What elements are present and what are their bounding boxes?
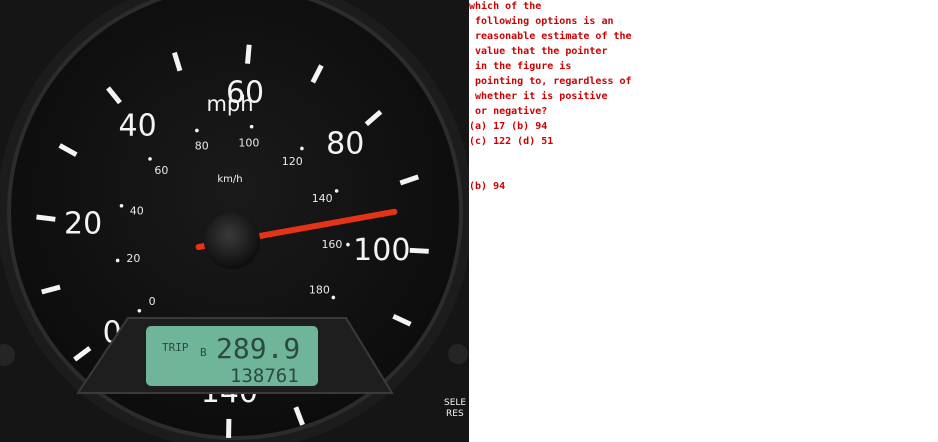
trip-label: TRIP (162, 341, 189, 354)
corner-label-sel: SELE (444, 398, 466, 408)
question-line-1: which of the (469, 1, 542, 12)
kmh-tick (334, 189, 339, 193)
kmh-tick (119, 203, 124, 208)
right-knob (448, 344, 468, 364)
question-line-3: reasonable estimate of the (469, 31, 632, 42)
kmh-tick (331, 295, 336, 300)
question-line-4: value that the pointer (469, 46, 608, 57)
mph-tick (245, 44, 252, 64)
kmh-label: 120 (282, 155, 303, 168)
kmh-label: 0 (149, 295, 156, 308)
option-line-2: (c) 122 (d) 51 (469, 136, 554, 147)
kmh-label: 80 (195, 140, 209, 153)
kmh-tick (148, 157, 152, 161)
kmh-tick (346, 242, 350, 247)
mph-label: 20 (64, 207, 102, 242)
kmh-tick (137, 309, 142, 313)
question-line-8: or negative? (469, 106, 548, 117)
kmh-label: 40 (130, 205, 144, 218)
trip-letter: B (200, 346, 207, 359)
unit-mph-label: mph (206, 92, 253, 116)
kmh-tick (195, 128, 199, 133)
mph-label: 100 (353, 233, 410, 268)
kmh-label: 20 (126, 252, 140, 265)
odometer-value: 138761 (230, 365, 299, 387)
trip-value: 289.9 (216, 332, 300, 365)
question-panel: which of the following options is an rea… (469, 0, 938, 442)
question-line-7: whether it is positive (469, 91, 608, 102)
needle-hub (204, 213, 260, 269)
mph-label: 40 (119, 108, 157, 143)
kmh-tick (249, 124, 254, 129)
mph-label: 80 (326, 127, 364, 162)
kmh-label: 140 (312, 192, 333, 205)
kmh-tick (300, 146, 304, 151)
question-line-6: pointing to, regardless of (469, 76, 632, 87)
kmh-tick (115, 258, 120, 263)
question-line-5: in the figure is (469, 61, 572, 72)
corner-label-res: RES (446, 409, 464, 419)
option-line-1: (a) 17 (b) 94 (469, 121, 548, 132)
answer-text: (b) 94 (469, 181, 506, 192)
speedometer-photo: 020406080100120140 020406080100120140160… (0, 0, 469, 442)
kmh-label: 180 (309, 284, 330, 297)
mph-tick (36, 214, 56, 222)
unit-kmh-label: km/h (217, 174, 242, 185)
kmh-label: 100 (238, 136, 259, 149)
mph-tick (409, 247, 429, 254)
kmh-label: 160 (321, 238, 342, 251)
question-line-2: following options is an (469, 16, 614, 27)
speedometer-gauge: 020406080100120140 020406080100120140160… (0, 0, 469, 442)
kmh-label: 60 (154, 164, 168, 177)
